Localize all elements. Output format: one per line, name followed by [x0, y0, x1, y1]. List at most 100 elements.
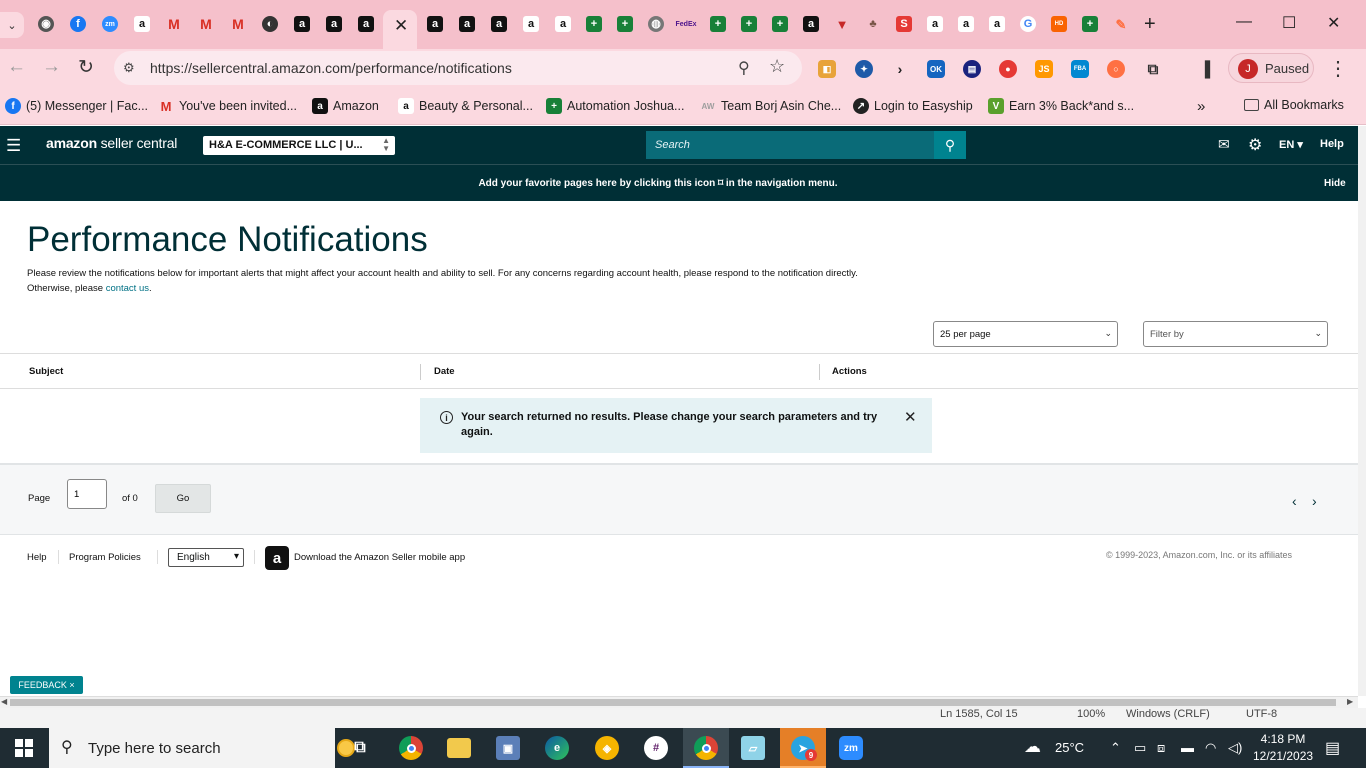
back-icon[interactable]: ←: [7, 56, 26, 78]
seller-central-logo[interactable]: amazon seller central: [46, 135, 177, 151]
s-tab-icon[interactable]: S: [896, 16, 912, 32]
bookmark-easyship[interactable]: ↗ Login to Easyship: [853, 98, 973, 114]
bookmark-messenger[interactable]: f (5) Messenger | Fac...: [5, 98, 148, 114]
page-number-input[interactable]: [67, 479, 107, 509]
amazon-tab-icon[interactable]: a: [989, 16, 1005, 32]
help-link[interactable]: Help: [1320, 138, 1344, 150]
facebook-tab-icon[interactable]: f: [70, 16, 86, 32]
amazon-tab-icon[interactable]: a: [294, 16, 310, 32]
close-window-icon[interactable]: ✕: [1327, 13, 1340, 33]
close-alert-icon[interactable]: ✕: [904, 408, 917, 426]
seller-search-input[interactable]: [646, 131, 934, 159]
minimize-icon[interactable]: —: [1236, 13, 1252, 31]
wifi-icon[interactable]: ◠: [1205, 740, 1216, 756]
sheets-tab-icon[interactable]: +: [741, 16, 757, 32]
amazon-tab-icon[interactable]: a: [459, 16, 475, 32]
notification-center-icon[interactable]: ▤: [1325, 738, 1340, 758]
google-tab-icon[interactable]: G: [1020, 16, 1036, 32]
amazon-tab-icon[interactable]: a: [427, 16, 443, 32]
program-policies-link[interactable]: Program Policies: [69, 552, 141, 563]
remote-desktop-icon[interactable]: ▣: [496, 736, 520, 760]
column-date[interactable]: Date: [434, 366, 455, 377]
bookmark-beauty[interactable]: a Beauty & Personal...: [398, 98, 533, 114]
edge-icon[interactable]: e: [545, 736, 569, 760]
extension-icon[interactable]: ○: [1107, 60, 1125, 78]
amazon-tab-icon[interactable]: a: [134, 16, 150, 32]
contact-us-link[interactable]: contact us: [106, 283, 149, 294]
extension-icon[interactable]: OK: [927, 60, 945, 78]
sheets-tab-icon[interactable]: +: [1082, 16, 1098, 32]
fedex-tab-icon[interactable]: FedEx: [676, 16, 697, 32]
zoom-tab-icon[interactable]: zm: [102, 16, 118, 32]
site-info-icon[interactable]: ⚙: [123, 60, 135, 76]
filter-select[interactable]: Filter by ⌄: [1143, 321, 1328, 347]
language-selector[interactable]: EN ▾: [1279, 138, 1303, 151]
weather-cloud-icon[interactable]: ☁: [1024, 737, 1041, 757]
bookmark-earn[interactable]: V Earn 3% Back*and s...: [988, 98, 1134, 114]
windows-start-icon[interactable]: [15, 739, 33, 757]
taskbar-search-box[interactable]: ⚲ Type here to search: [49, 728, 355, 768]
triangle-tab-icon[interactable]: ▼: [834, 16, 850, 32]
maximize-icon[interactable]: ☐: [1282, 13, 1296, 33]
extensions-puzzle-icon[interactable]: ⧉: [1144, 60, 1162, 78]
bookmarks-overflow-icon[interactable]: »: [1197, 98, 1205, 115]
chrome-tab-icon[interactable]: ◉: [38, 16, 54, 32]
amazon-app-icon[interactable]: a: [265, 546, 289, 570]
amazon-tab-icon[interactable]: a: [555, 16, 571, 32]
address-bar[interactable]: ⚙ https://sellercentral.amazon.com/perfo…: [114, 51, 802, 85]
extension-icon[interactable]: ›: [891, 60, 909, 78]
amazon-tab-icon[interactable]: a: [358, 16, 374, 32]
hamburger-menu-icon[interactable]: ☰: [6, 136, 21, 156]
plant-tab-icon[interactable]: ♣: [865, 16, 881, 32]
gmail-tab-icon[interactable]: M: [230, 16, 246, 32]
projector-icon[interactable]: ⧈: [1157, 740, 1165, 756]
forward-icon[interactable]: →: [42, 56, 61, 78]
side-panel-icon[interactable]: ▐: [1196, 60, 1214, 78]
gmail-tab-icon[interactable]: M: [198, 16, 214, 32]
extension-icon[interactable]: ✦: [855, 60, 873, 78]
mail-icon[interactable]: ✉: [1218, 136, 1230, 153]
sheets-tab-icon[interactable]: +: [617, 16, 633, 32]
extension-icon[interactable]: ◧: [818, 60, 836, 78]
profile-button[interactable]: J Paused: [1228, 53, 1314, 83]
next-page-icon[interactable]: ›: [1312, 493, 1317, 509]
footer-language-select[interactable]: English ▾: [168, 548, 244, 567]
globe-tab-icon[interactable]: ◐: [262, 16, 278, 32]
bookmark-star-icon[interactable]: ☆: [769, 56, 785, 77]
new-tab-button[interactable]: +: [1144, 13, 1156, 36]
previous-page-icon[interactable]: ‹: [1292, 493, 1297, 509]
file-explorer-icon[interactable]: [447, 738, 471, 758]
tray-overflow-icon[interactable]: ⌃: [1110, 740, 1121, 756]
slack-icon[interactable]: #: [644, 736, 668, 760]
volume-icon[interactable]: ◁): [1228, 740, 1242, 756]
temperature[interactable]: 25°C: [1055, 740, 1084, 755]
vertical-scrollbar[interactable]: [1358, 126, 1366, 696]
active-tab[interactable]: ✕: [383, 10, 417, 49]
feedback-button[interactable]: FEEDBACK ×: [10, 676, 83, 694]
bookmark-amazon[interactable]: a Amazon: [312, 98, 379, 114]
homedepot-tab-icon[interactable]: HD: [1051, 16, 1067, 32]
notes-app-icon[interactable]: ▱: [741, 736, 765, 760]
scrollbar-thumb[interactable]: [10, 699, 1336, 706]
gmail-tab-icon[interactable]: M: [166, 16, 182, 32]
scroll-left-icon[interactable]: ◀: [1, 697, 7, 706]
search-icon[interactable]: ⚲: [934, 131, 966, 159]
extension-icon[interactable]: FBA: [1071, 60, 1089, 78]
all-bookmarks[interactable]: All Bookmarks: [1244, 98, 1344, 112]
amazon-tab-icon[interactable]: a: [523, 16, 539, 32]
horizontal-scrollbar[interactable]: ◀ ▶: [0, 696, 1358, 708]
url-text[interactable]: https://sellercentral.amazon.com/perform…: [150, 60, 512, 76]
sheets-tab-icon[interactable]: +: [586, 16, 602, 32]
amazon-tab-icon[interactable]: a: [927, 16, 943, 32]
amazon-tab-icon[interactable]: a: [326, 16, 342, 32]
battery-icon[interactable]: ▬: [1181, 740, 1194, 755]
meet-now-icon[interactable]: ▭: [1134, 740, 1146, 756]
chrome-taskbar-icon[interactable]: [399, 736, 423, 760]
taskbar-clock[interactable]: 4:18 PM 12/21/2023: [1253, 731, 1313, 765]
hide-banner-button[interactable]: Hide: [1324, 178, 1346, 189]
bookmark-automation[interactable]: + Automation Joshua...: [546, 98, 684, 114]
sheets-tab-icon[interactable]: +: [772, 16, 788, 32]
reload-icon[interactable]: ↻: [78, 56, 94, 79]
sheets-tab-icon[interactable]: +: [710, 16, 726, 32]
bookmark-invite[interactable]: M You've been invited...: [158, 98, 297, 114]
